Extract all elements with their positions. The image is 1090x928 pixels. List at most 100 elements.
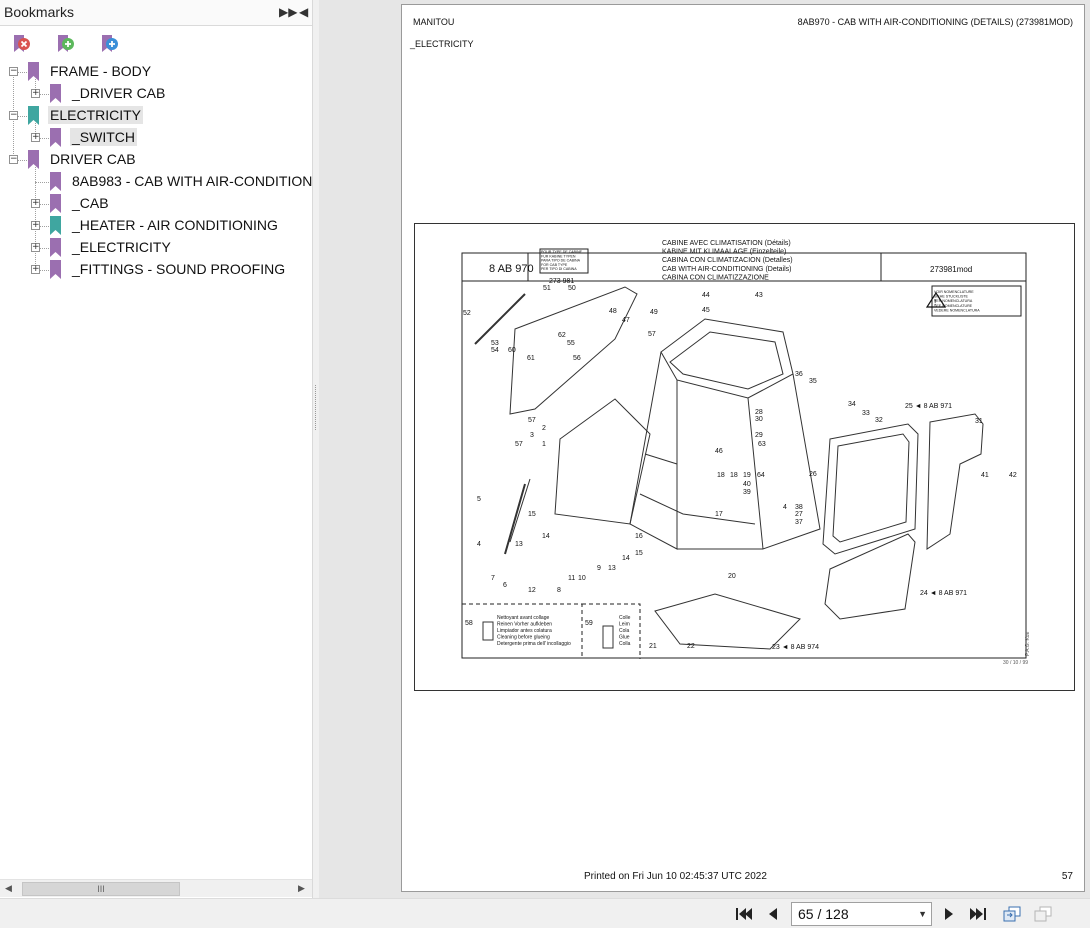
bookmark-icon — [50, 172, 61, 191]
expand-icon[interactable]: + — [31, 199, 40, 208]
part-callout: 43 — [755, 292, 763, 299]
part-callout: 9 — [597, 565, 601, 572]
part-callout: 37 — [795, 519, 803, 526]
previous-page-icon[interactable] — [763, 905, 783, 923]
drawing-glue-line: Colla — [619, 641, 631, 647]
part-callout: 61 — [527, 355, 535, 362]
drawing-type-ref: 273 981 — [549, 278, 574, 285]
bookmark-item[interactable]: + _SWITCH — [0, 127, 312, 149]
bookmark-item[interactable]: + _CAB — [0, 193, 312, 215]
part-callout: 27 — [795, 511, 803, 518]
scrollbar-thumb[interactable]: III — [22, 882, 180, 896]
drawing-glue-line: Colle — [619, 615, 631, 621]
bookmark-item[interactable]: + _DRIVER CAB — [0, 83, 312, 105]
part-callout: 48 — [609, 308, 617, 315]
collapse-icon[interactable]: − — [9, 155, 18, 164]
drawing-cleaner-line: Cleaning before glueing — [497, 635, 550, 641]
part-callout: 5 — [477, 496, 481, 503]
bookmark-label: _SWITCH — [70, 128, 137, 146]
drawing-title-line: CABINA CON CLIMATIZZAZIONE — [662, 274, 769, 281]
panel-options-icon[interactable]: ▶▶ — [279, 5, 297, 19]
page-selector[interactable]: 65 / 128 ▼ — [791, 902, 932, 926]
bookmark-item[interactable]: − DRIVER CAB — [0, 149, 312, 171]
part-callout: 54 — [491, 347, 499, 354]
part-callout: 40 — [743, 481, 751, 488]
bookmark-icon — [50, 216, 61, 235]
part-callout: 36 — [795, 371, 803, 378]
drawing-part-code: 273981mod — [930, 265, 972, 274]
part-callout: 13 — [515, 541, 523, 548]
add-bookmark-icon[interactable] — [53, 32, 77, 56]
bookmark-icon — [50, 194, 61, 213]
panel-title: Bookmarks — [4, 4, 75, 20]
add-child-bookmark-icon[interactable] — [97, 32, 121, 56]
drawing-cleaner-line: Detergente prima dell' incollaggio — [497, 641, 571, 647]
last-page-icon[interactable] — [969, 905, 989, 923]
document-viewer[interactable]: MANITOU 8AB970 - CAB WITH AIR-CONDITIONI… — [319, 0, 1090, 898]
part-callout: 23 ◄ 8 AB 974 — [772, 644, 819, 651]
part-callout: 33 — [862, 410, 870, 417]
chevron-down-icon[interactable]: ▼ — [918, 903, 927, 925]
bookmark-label: _FITTINGS - SOUND PROOFING — [72, 261, 286, 277]
bookmark-icon — [50, 84, 61, 103]
delete-bookmark-icon[interactable] — [9, 32, 33, 56]
page-brand: MANITOU — [413, 17, 455, 27]
part-callout: 30 — [755, 416, 763, 423]
expand-icon[interactable]: + — [31, 265, 40, 274]
part-callout: 4 — [477, 541, 481, 548]
part-callout: 7 — [491, 575, 495, 582]
expand-icon[interactable]: + — [31, 133, 40, 142]
bookmark-item[interactable]: − FRAME - BODY — [0, 61, 312, 83]
part-callout: 15 — [528, 511, 536, 518]
bookmark-item[interactable]: − ELECTRICITY — [0, 105, 312, 127]
part-callout: 21 — [649, 643, 657, 650]
part-callout: 13 — [608, 565, 616, 572]
part-callout: 12 — [528, 587, 536, 594]
expand-icon[interactable]: + — [31, 221, 40, 230]
part-callout: 57 — [515, 441, 523, 448]
expand-icon[interactable]: + — [31, 243, 40, 252]
scroll-left-icon[interactable]: ◀ — [5, 883, 12, 894]
close-panel-icon[interactable]: ◀ — [299, 5, 308, 19]
bookmark-item[interactable]: + _FITTINGS - SOUND PROOFING — [0, 259, 312, 281]
drawing-title-line: CABINE AVEC CLIMATISATION (Détails) — [662, 240, 791, 247]
part-callout: 25 ◄ 8 AB 971 — [905, 403, 952, 410]
part-callout: 63 — [758, 441, 766, 448]
bookmark-toolbar — [0, 30, 312, 58]
single-page-view-icon[interactable] — [1002, 905, 1022, 923]
part-callout: 4 — [783, 504, 787, 511]
printed-timestamp: Printed on Fri Jun 10 02:45:37 UTC 2022 — [584, 871, 767, 882]
bookmark-icon — [28, 150, 39, 169]
drawing-type-line: PER TIPO DI CABINA — [541, 267, 577, 271]
part-callout: 16 — [635, 533, 643, 540]
continuous-view-icon[interactable] — [1033, 905, 1053, 923]
collapse-icon[interactable]: − — [9, 111, 18, 120]
bookmark-item[interactable]: + _ELECTRICITY — [0, 237, 312, 259]
bookmark-icon — [28, 106, 39, 125]
bookmark-label: _HEATER - AIR CONDITIONING — [72, 217, 278, 233]
horizontal-scrollbar[interactable]: ◀ III ▶ — [0, 879, 312, 897]
expand-icon[interactable]: + — [31, 89, 40, 98]
part-callout: 47 — [622, 317, 630, 324]
drawing-cleaner-line: Reinen Vorher aufkleben — [497, 622, 552, 628]
part-callout: 50 — [568, 285, 576, 292]
part-callout: 42 — [1009, 472, 1017, 479]
part-callout: 56 — [573, 355, 581, 362]
bookmark-item[interactable]: 8AB983 - CAB WITH AIR-CONDITIONING — [0, 171, 312, 193]
part-callout: 62 — [558, 332, 566, 339]
collapse-icon[interactable]: − — [9, 67, 18, 76]
next-page-icon[interactable] — [939, 905, 959, 923]
bookmark-item[interactable]: + _HEATER - AIR CONDITIONING — [0, 215, 312, 237]
scroll-right-icon[interactable]: ▶ — [298, 883, 305, 894]
first-page-icon[interactable] — [733, 905, 753, 923]
bookmarks-panel: Bookmarks ▶▶ ◀ − FRAME - BODY + _DRIVER CAB… — [0, 0, 313, 898]
drawing-title-line: CABINA CON CLIMATIZACION (Detalles) — [662, 257, 793, 264]
part-callout: 60 — [508, 347, 516, 354]
glue-tube-icon — [602, 625, 614, 649]
part-callout: 1 — [542, 441, 546, 448]
bookmark-tree: − FRAME - BODY + _DRIVER CAB − ELECTRICITY + _S… — [0, 60, 312, 878]
part-callout: 19 — [743, 472, 751, 479]
drawing-date-stamp: 30 / 10 / 99 — [1003, 660, 1028, 666]
part-callout: 41 — [981, 472, 989, 479]
part-callout: 18 — [730, 472, 738, 479]
